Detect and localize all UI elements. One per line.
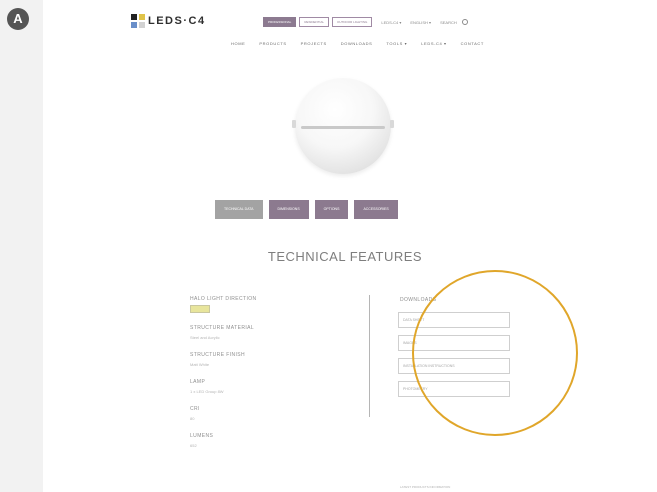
nav-item-projects[interactable]: PROJECTS <box>301 41 327 46</box>
search-icon[interactable] <box>461 19 468 25</box>
nav-item-home[interactable]: HOME <box>231 41 245 46</box>
professional-button[interactable]: PROFESSIONAL <box>263 17 297 27</box>
feature-label: CRI <box>190 406 200 412</box>
brand-name: LEDS·C4 <box>148 15 206 27</box>
top-bar: PROFESSIONAL RESIDENTIAL OUTDOOR LIGHTIN… <box>263 17 468 27</box>
feature-value: 1 x LED Group 8W <box>190 389 224 394</box>
main-navigation: HOME PRODUCTS PROJECTS DOWNLOADS TOOLS ▾… <box>231 41 484 46</box>
footer-text: LATEST PRODUCTS INFORMATION <box>400 485 451 489</box>
residential-button[interactable]: RESIDENTIAL <box>299 17 330 27</box>
halo-direction-icon <box>190 305 210 313</box>
feature-lumens: LUMENS 652 <box>190 433 350 448</box>
feature-label: STRUCTURE FINISH <box>190 352 246 358</box>
feature-value: 80 <box>190 416 195 421</box>
search-link[interactable]: SEARCH <box>440 20 457 25</box>
column-divider <box>369 295 370 417</box>
feature-label: STRUCTURE MATERIAL <box>190 325 255 331</box>
product-image <box>292 78 394 174</box>
nav-item-tools[interactable]: TOOLS ▾ <box>386 41 407 46</box>
site-selector-link[interactable]: LEDS-C4 ▾ <box>381 20 401 25</box>
feature-halo-light-direction: HALO LIGHT DIRECTION <box>190 296 350 313</box>
figure-label-badge: A <box>7 8 29 30</box>
section-title: TECHNICAL FEATURES <box>267 249 423 264</box>
language-selector-link[interactable]: ENGLISH ▾ <box>410 20 431 25</box>
logo-mark-icon <box>131 14 145 28</box>
outdoor-lighting-button[interactable]: OUTDOOR LIGHTING <box>332 17 373 27</box>
nav-item-products[interactable]: PRODUCTS <box>259 41 286 46</box>
highlight-circle <box>412 270 578 436</box>
feature-lamp: LAMP 1 x LED Group 8W <box>190 379 350 394</box>
technical-features-list: HALO LIGHT DIRECTION STRUCTURE MATERIAL … <box>190 296 350 460</box>
feature-value: 652 <box>190 443 197 448</box>
feature-label: HALO LIGHT DIRECTION <box>190 296 257 302</box>
feature-structure-material: STRUCTURE MATERIAL Steel and Acrylic <box>190 325 350 340</box>
tab-technical-data[interactable]: TECHNICAL DATA <box>215 200 263 219</box>
product-page: LEDS·C4 PROFESSIONAL RESIDENTIAL OUTDOOR… <box>43 0 657 492</box>
feature-structure-finish: STRUCTURE FINISH Matt White <box>190 352 350 367</box>
feature-value: Matt White <box>190 362 210 367</box>
nav-item-contact[interactable]: CONTACT <box>461 41 484 46</box>
brand-logo[interactable]: LEDS·C4 <box>131 14 206 28</box>
nav-item-downloads[interactable]: DOWNLOADS <box>341 41 373 46</box>
tab-options[interactable]: OPTIONS <box>314 200 349 219</box>
feature-label: LAMP <box>190 379 206 385</box>
feature-value: Steel and Acrylic <box>190 335 220 340</box>
feature-cri: CRI 80 <box>190 406 350 421</box>
feature-label: LUMENS <box>190 433 214 439</box>
nav-item-leds-c4[interactable]: LEDS-C4 ▾ <box>421 41 446 46</box>
tab-accessories[interactable]: ACCESSORIES <box>354 200 398 219</box>
tab-dimensions[interactable]: DIMENSIONS <box>268 200 309 219</box>
product-tabs: TECHNICAL DATA DIMENSIONS OPTIONS ACCESS… <box>215 200 398 219</box>
